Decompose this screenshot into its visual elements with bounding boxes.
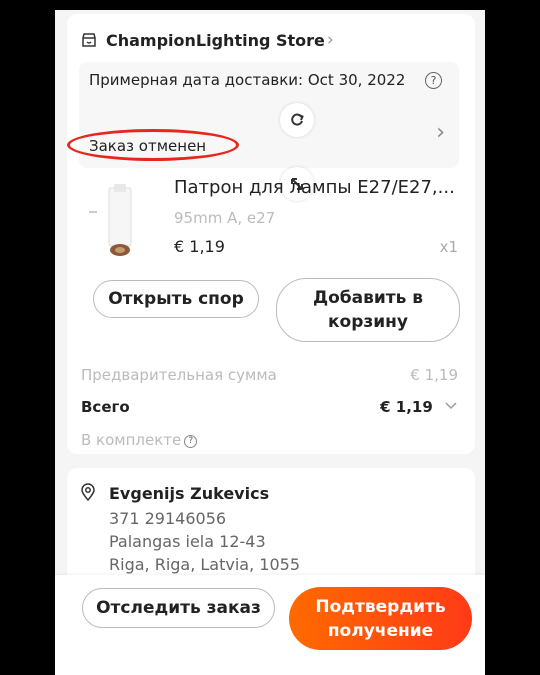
subtotal-label: Предварительная сумма — [81, 366, 277, 384]
product-title[interactable]: Патрон для лампы E27/E27,... — [174, 177, 455, 198]
chevron-right-icon: › — [436, 120, 445, 145]
location-pin-icon — [81, 483, 95, 501]
total-row[interactable]: Всего € 1,19 — [81, 398, 458, 416]
help-icon[interactable]: ? — [184, 435, 198, 448]
product-price: € 1,19 — [174, 237, 225, 256]
subtotal-value: € 1,19 — [410, 366, 458, 384]
store-name: ChampionLighting Store — [106, 30, 325, 50]
product-quantity: x1 — [439, 238, 458, 256]
chevron-right-icon: › — [326, 30, 334, 50]
annotation-circle — [67, 129, 239, 161]
add-to-cart-button[interactable]: Добавить в корзину — [276, 278, 460, 342]
order-detail-screen: ChampionLighting Store › Примерная дата … — [55, 10, 485, 675]
confirm-receipt-button[interactable]: Подтвердить получение — [289, 587, 472, 650]
recipient-name: Evgenijs Zukevics — [109, 484, 270, 503]
total-label: Всего — [81, 398, 130, 416]
order-card: ChampionLighting Store › Примерная дата … — [67, 14, 475, 454]
included-row: В комплекте? — [81, 431, 458, 449]
total-value: € 1,19 — [380, 398, 433, 416]
bottom-action-bar: Отследить заказ Подтвердить получение — [55, 575, 485, 675]
rotate-icon[interactable] — [280, 103, 314, 137]
chevron-down-icon[interactable] — [444, 401, 458, 411]
track-order-button[interactable]: Отследить заказ — [82, 588, 275, 628]
subtotal-row: Предварительная сумма € 1,19 — [81, 366, 458, 384]
recipient-phone: 371 29146056 — [109, 509, 227, 528]
product-variant: 95mm A, e27 — [174, 209, 276, 227]
store-icon — [82, 33, 96, 47]
help-icon[interactable]: ? — [425, 72, 442, 89]
address-street: Palangas iela 12-43 — [109, 532, 266, 551]
store-link[interactable]: ChampionLighting Store › — [81, 30, 334, 50]
included-label: В комплекте — [81, 431, 182, 449]
address-city: Riga, Riga, Latvia, 1055 — [109, 555, 300, 574]
product-image[interactable] — [87, 184, 157, 264]
open-dispute-button[interactable]: Открыть спор — [93, 280, 259, 318]
delivery-date: Примерная дата доставки: Oct 30, 2022 — [89, 71, 406, 89]
